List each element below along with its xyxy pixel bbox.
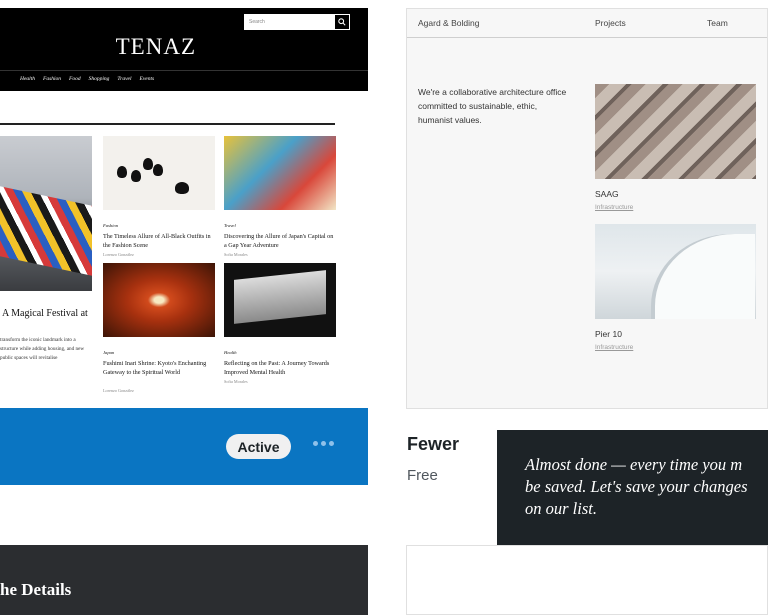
preview-rule: [0, 123, 335, 125]
active-badge: Active: [226, 434, 291, 459]
feature-title: A Magical Festival at: [2, 308, 88, 319]
preview-nav: Agard & Bolding Projects Team: [407, 9, 767, 38]
theme-card-tenaz[interactable]: Search TENAZ Health Fashion Food Shoppin…: [0, 0, 368, 485]
theme-card-blank[interactable]: [406, 545, 768, 615]
article-image-torii: [103, 263, 215, 337]
theme-footer-active: [0, 408, 368, 485]
preview-header: Search TENAZ Health Fashion Food Shoppin…: [0, 8, 368, 91]
theme-price: Free: [407, 467, 438, 484]
feature-image: [0, 136, 92, 291]
article-image-umbrella: [224, 136, 336, 210]
save-reminder-toast: Almost done — every time you m be saved.…: [497, 430, 768, 547]
feature-excerpt: transform the iconic landmark into a str…: [0, 337, 85, 361]
preview-nav-item: Health: [20, 76, 35, 82]
preview-nav-item: Projects: [595, 18, 626, 28]
preview-search-input: Search: [244, 14, 334, 30]
project-category: Infrastructure: [595, 204, 634, 211]
theme-screenshot-tenaz[interactable]: Search TENAZ Health Fashion Food Shoppin…: [0, 8, 368, 408]
preview-intro: We're a collaborative architecture offic…: [418, 87, 567, 125]
project-category: Infrastructure: [595, 344, 634, 351]
article-title: The Timeless Allure of All-Black Outfits…: [103, 233, 211, 249]
project-image-saag: [595, 84, 756, 179]
preview-logo: TENAZ: [115, 34, 196, 59]
project-name: SAAG: [595, 189, 619, 199]
theme-preview-heading: he Details: [0, 580, 72, 599]
article-category: Travel: [224, 223, 236, 228]
theme-name[interactable]: Fewer: [407, 434, 459, 455]
project-image-pier: [595, 224, 756, 319]
preview-nav-item: Fashion: [42, 76, 62, 82]
preview-search-icon: [334, 14, 350, 30]
more-options-icon[interactable]: [313, 441, 334, 446]
theme-screenshot-fewer[interactable]: Agard & Bolding Projects Team We're a co…: [406, 8, 768, 409]
preview-divider: [0, 70, 368, 71]
preview-nav-item: Food: [69, 76, 81, 82]
article-author: Sofia Morales: [224, 379, 248, 384]
article-image-birds: [103, 136, 215, 210]
article-category: Health: [224, 350, 237, 355]
article-category: Japan: [103, 350, 115, 355]
article-image-window: [224, 263, 336, 337]
preview-nav-item: Team: [707, 18, 728, 28]
article-author: Lorenzo González: [103, 388, 134, 393]
preview-nav: Health Fashion Food Shopping Travel Even…: [20, 76, 154, 82]
article-title: Discovering the Allure of Japan's Capita…: [224, 233, 334, 249]
article-category: Fashion: [103, 223, 119, 228]
project-name: Pier 10: [595, 329, 622, 339]
article-author: Sofia Morales: [224, 252, 248, 257]
article-title: Reflecting on the Past: A Journey Toward…: [224, 360, 330, 376]
article-author: Lorenzo González: [103, 252, 134, 257]
preview-nav-item: Events: [139, 76, 155, 82]
preview-brand: Agard & Bolding: [418, 18, 480, 28]
article-title: Fushimi Inari Shrine: Kyoto's Enchanting…: [103, 360, 207, 376]
preview-nav-item: Shopping: [88, 76, 110, 82]
preview-nav-item: Travel: [117, 76, 132, 82]
